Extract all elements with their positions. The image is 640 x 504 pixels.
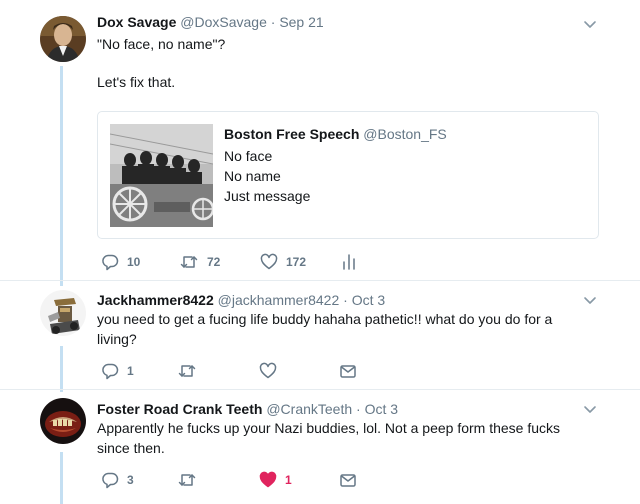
quoted-author-name: Boston Free Speech	[224, 126, 360, 142]
retweet-button[interactable]	[177, 469, 197, 491]
quoted-author-handle: @Boston_FS	[363, 126, 447, 142]
tweet-header: Dox Savage @DoxSavage · Sep 21	[97, 13, 324, 31]
reply-header: Foster Road Crank Teeth @CrankTeeth · Oc…	[97, 400, 398, 418]
reply-text-line: Apparently he fucks up your Nazi buddies…	[97, 420, 561, 436]
reply-icon	[101, 362, 119, 380]
author-name[interactable]: Dox Savage	[97, 14, 176, 30]
author-handle[interactable]: @DoxSavage	[180, 14, 267, 30]
reply-icon	[101, 253, 119, 271]
reply-count: 1	[127, 364, 134, 378]
reply-header: Jackhammer8422 @jackhammer8422 · Oct 3	[97, 291, 385, 309]
quoted-tweet-header: Boston Free Speech @Boston_FS	[224, 126, 447, 142]
reply-icon	[101, 471, 119, 489]
tweet-divider	[0, 280, 640, 281]
retweet-count: 72	[207, 255, 221, 269]
reply-text-line: since then.	[97, 440, 165, 456]
direct-message-icon	[339, 362, 357, 380]
author-name[interactable]: Jackhammer8422	[97, 292, 214, 308]
direct-message-icon	[339, 471, 357, 489]
tweet-date[interactable]: Oct 3	[365, 401, 398, 417]
retweet-icon	[177, 362, 197, 380]
quoted-tweet[interactable]: Boston Free Speech @Boston_FS No face No…	[97, 111, 599, 239]
direct-message-button[interactable]	[339, 360, 357, 382]
tweet-date[interactable]: Sep 21	[279, 14, 323, 30]
direct-message-button[interactable]	[339, 469, 357, 491]
avatar[interactable]	[40, 16, 86, 62]
separator: ·	[270, 14, 276, 30]
avatar[interactable]	[40, 398, 86, 444]
author-handle[interactable]: @jackhammer8422	[218, 292, 340, 308]
separator: ·	[356, 401, 361, 417]
separator: ·	[343, 292, 348, 308]
quoted-tweet-line: No face	[224, 148, 273, 164]
like-button[interactable]: 172	[260, 251, 306, 273]
thread-line	[60, 346, 63, 392]
analytics-button[interactable]	[341, 251, 357, 273]
tweet-divider	[0, 389, 640, 390]
like-count: 1	[285, 473, 292, 487]
quoted-tweet-image	[110, 124, 213, 227]
chevron-down-icon[interactable]	[582, 16, 598, 32]
avatar[interactable]	[40, 290, 86, 336]
like-button[interactable]	[259, 360, 277, 382]
reply-text-line: living?	[97, 331, 137, 347]
quoted-tweet-line: No name	[224, 168, 281, 184]
reply-count: 10	[127, 255, 141, 269]
chevron-down-icon[interactable]	[582, 401, 598, 417]
heart-icon	[259, 362, 277, 380]
reply-button[interactable]: 1	[101, 360, 134, 382]
retweet-icon	[179, 253, 199, 271]
reply-actions: 1	[97, 360, 367, 382]
thread-line	[60, 452, 63, 504]
author-name[interactable]: Foster Road Crank Teeth	[97, 401, 262, 417]
retweet-button[interactable]: 72	[179, 251, 220, 273]
tweet-actions: 10 72 172	[97, 251, 397, 273]
analytics-icon	[341, 253, 357, 271]
reply-text-line: you need to get a fucing life buddy haha…	[97, 311, 553, 327]
like-count: 172	[286, 255, 307, 269]
retweet-button[interactable]	[177, 360, 197, 382]
quoted-tweet-line: Just message	[224, 188, 311, 204]
retweet-icon	[177, 471, 197, 489]
tweet-text-line: Let's fix that.	[97, 74, 176, 90]
author-handle[interactable]: @CrankTeeth	[266, 401, 352, 417]
tweet-date[interactable]: Oct 3	[352, 292, 385, 308]
reply-actions: 3 1	[97, 469, 367, 491]
chevron-down-icon[interactable]	[582, 292, 598, 308]
reply-count: 3	[127, 473, 134, 487]
reply-button[interactable]: 10	[101, 251, 140, 273]
like-button[interactable]: 1	[259, 469, 292, 491]
reply-button[interactable]: 3	[101, 469, 134, 491]
tweet-text-line: "No face, no name"?	[97, 36, 226, 52]
heart-icon	[260, 253, 278, 271]
heart-icon	[259, 471, 277, 489]
thread-line	[60, 66, 63, 286]
